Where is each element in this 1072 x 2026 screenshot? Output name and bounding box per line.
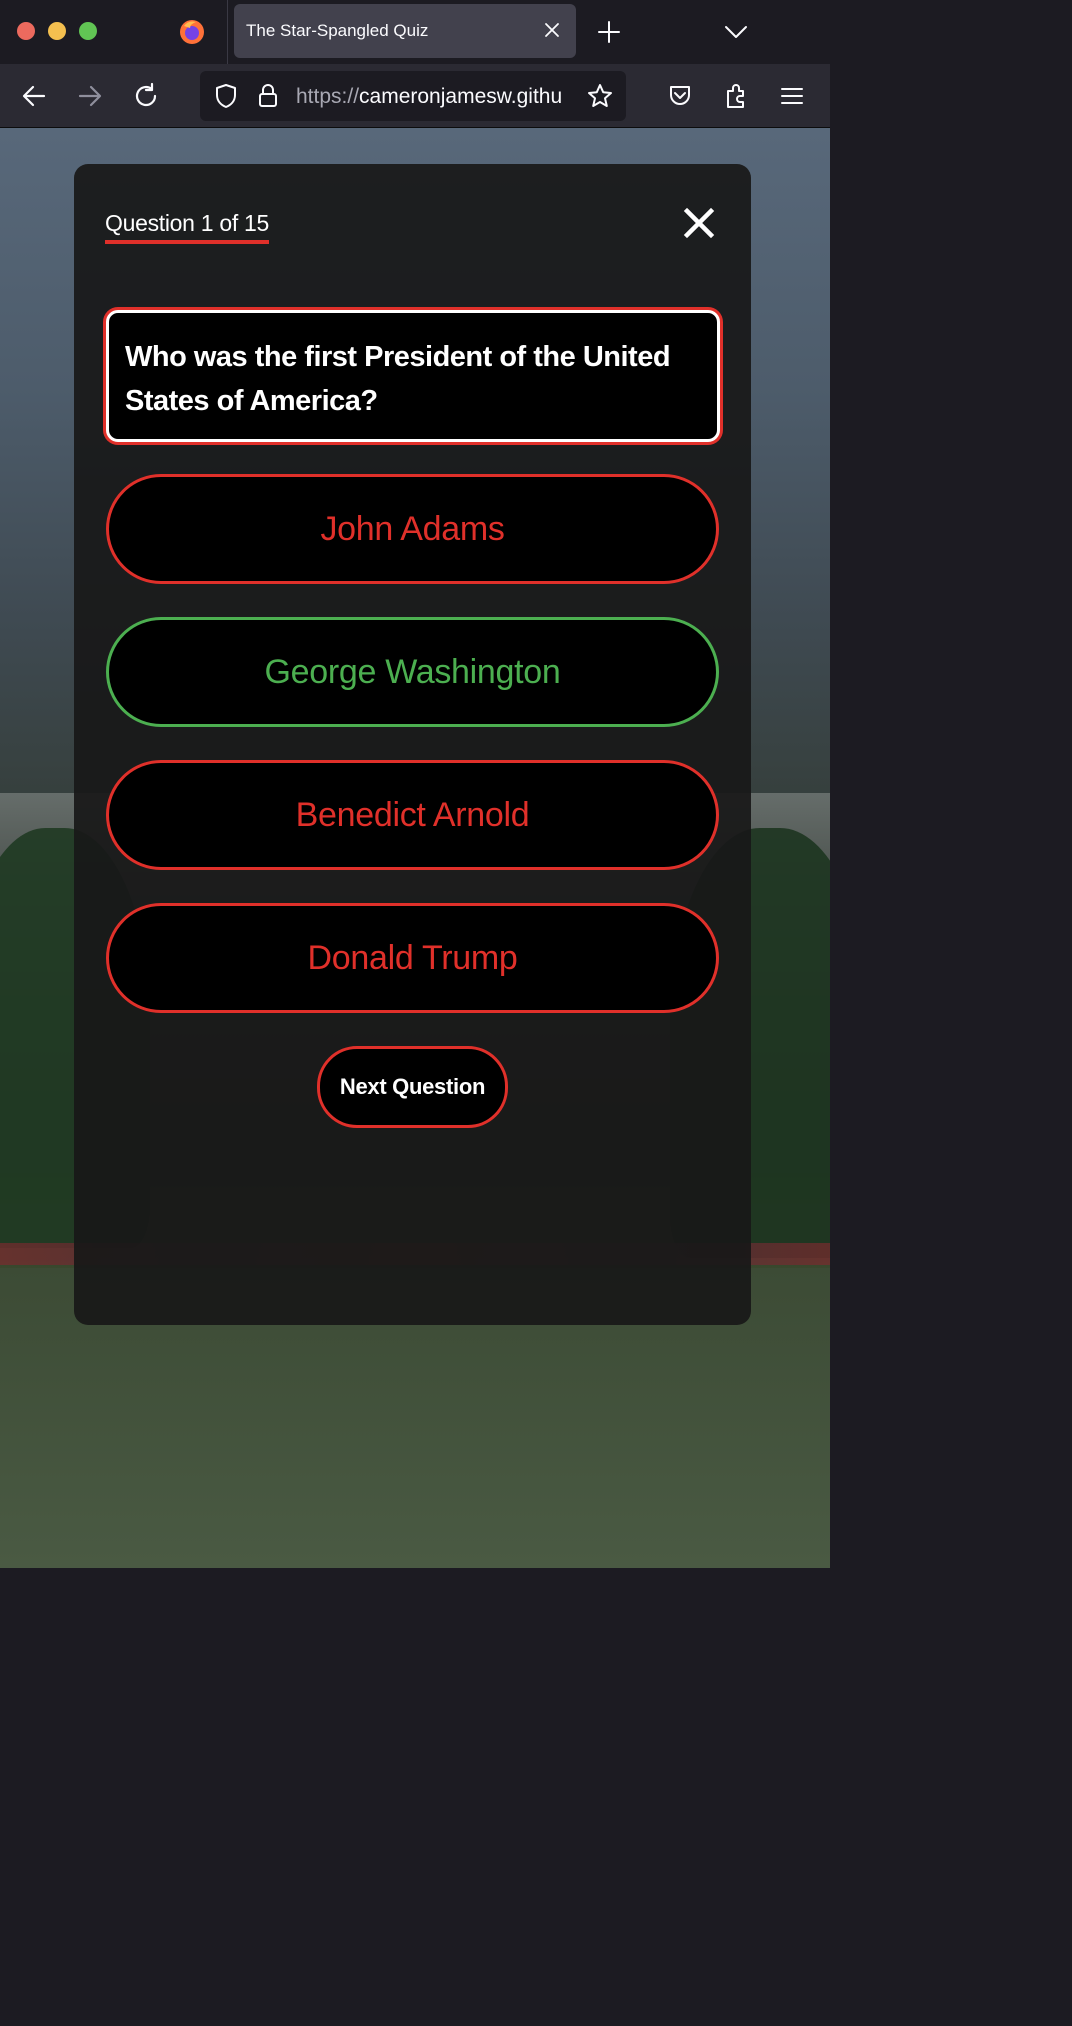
- next-question-label: Next Question: [339, 1074, 486, 1099]
- page-viewport: Question 1 of 15 Who was the first Presi…: [0, 128, 830, 1568]
- quiz-card: Question 1 of 15 Who was the first Presi…: [74, 164, 751, 1325]
- close-tab-icon[interactable]: [542, 20, 562, 40]
- answer-button-3[interactable]: Benedict Arnold: [106, 760, 719, 870]
- pocket-icon[interactable]: [666, 82, 694, 110]
- address-bar[interactable]: https://cameronjamesw.githu: [200, 71, 626, 121]
- bookmark-star-icon[interactable]: [586, 82, 614, 110]
- tab-separator: [227, 0, 228, 64]
- question-counter: Question 1 of 15: [105, 210, 269, 244]
- url-text[interactable]: https://cameronjamesw.githu: [296, 85, 580, 109]
- question-text: Who was the first President of the Unite…: [125, 341, 671, 417]
- back-arrow-icon[interactable]: [20, 82, 48, 110]
- menu-hamburger-icon[interactable]: [778, 82, 806, 110]
- new-tab-icon[interactable]: [596, 19, 622, 45]
- extensions-puzzle-icon[interactable]: [722, 82, 750, 110]
- reload-icon[interactable]: [132, 82, 160, 110]
- window-close-button[interactable]: [17, 22, 35, 40]
- lock-icon[interactable]: [254, 82, 282, 110]
- firefox-icon[interactable]: [178, 18, 206, 46]
- question-box: Who was the first President of the Unite…: [106, 310, 720, 442]
- answer-label: Benedict Arnold: [295, 795, 530, 834]
- close-quiz-icon[interactable]: [682, 206, 716, 240]
- window-zoom-button[interactable]: [79, 22, 97, 40]
- answer-button-2[interactable]: George Washington: [106, 617, 719, 727]
- answer-label: Donald Trump: [307, 938, 518, 977]
- tab-bar: The Star-Spangled Quiz: [0, 0, 830, 64]
- forward-arrow-icon[interactable]: [76, 82, 104, 110]
- answer-button-1[interactable]: John Adams: [106, 474, 719, 584]
- answer-label: John Adams: [320, 509, 505, 548]
- next-question-button[interactable]: Next Question: [317, 1046, 508, 1128]
- url-host: cameronjamesw.githu: [359, 85, 563, 108]
- window-minimize-button[interactable]: [48, 22, 66, 40]
- active-tab[interactable]: The Star-Spangled Quiz: [234, 4, 576, 58]
- tab-title: The Star-Spangled Quiz: [246, 21, 429, 40]
- answer-label: George Washington: [264, 652, 561, 691]
- tracking-protection-shield-icon[interactable]: [212, 82, 240, 110]
- list-all-tabs-chevron-icon[interactable]: [722, 20, 750, 44]
- navigation-toolbar: https://cameronjamesw.githu: [0, 64, 830, 128]
- answer-button-4[interactable]: Donald Trump: [106, 903, 719, 1013]
- url-protocol: https://: [296, 85, 360, 108]
